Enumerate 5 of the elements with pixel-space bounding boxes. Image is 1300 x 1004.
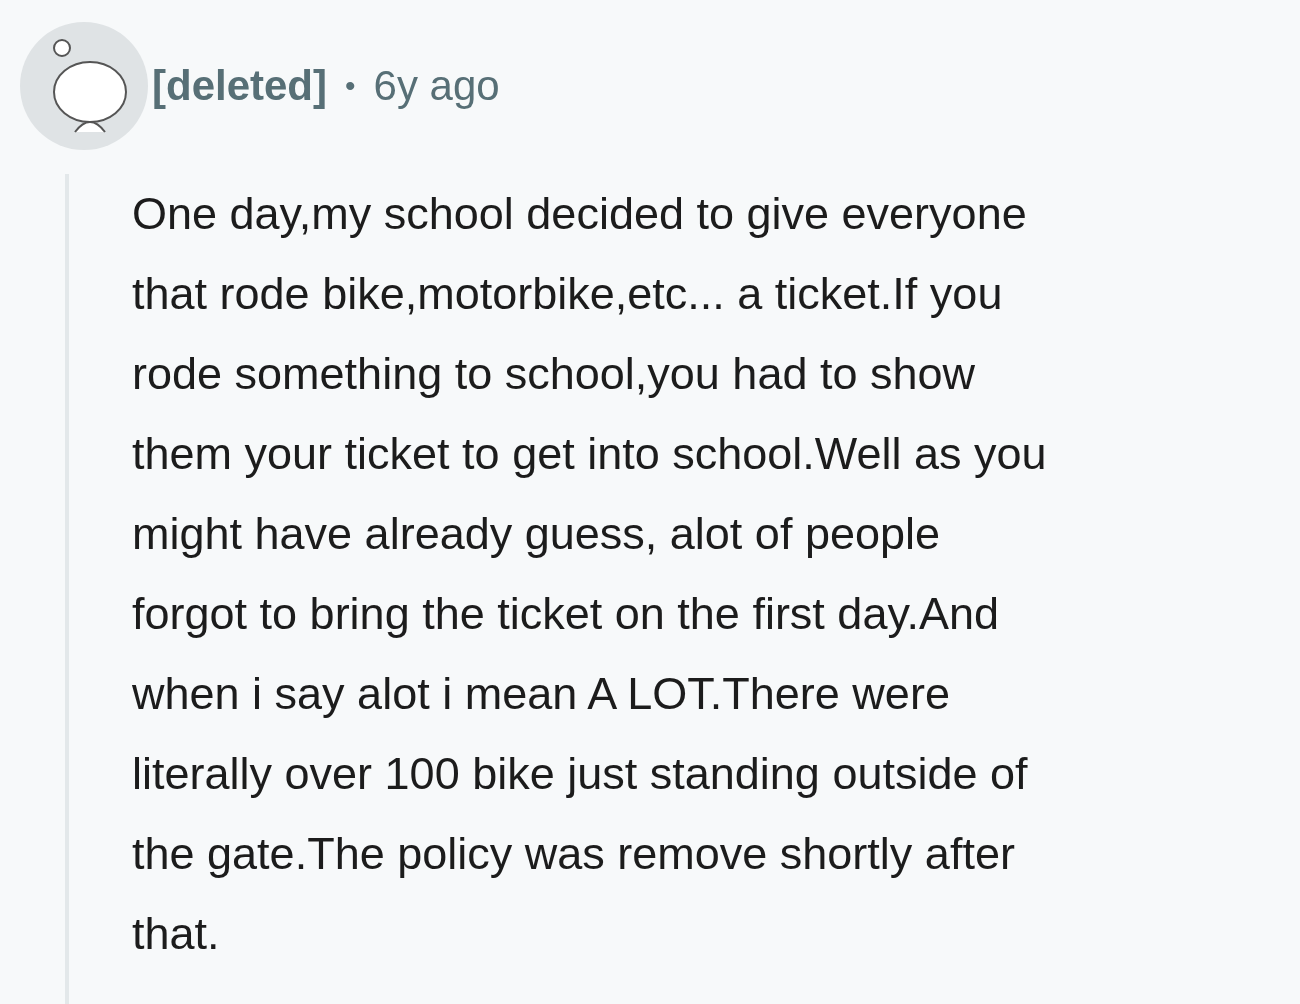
username[interactable]: [deleted] bbox=[152, 62, 327, 110]
separator-dot: • bbox=[345, 69, 356, 103]
avatar-icon bbox=[20, 22, 148, 150]
comment-text: One day,my school decided to give everyone that rode bike,motorbike,etc... a ticket.If you rode something to school,you had to show them your ticket to get into school.Well as you might have already guess, alot of people forgot to bring the ticket on the first day.And when i say alot i mean A LOT.There were literally over 100 bike just standing outside of the gate.The policy was remove shortly after that. bbox=[132, 187, 1047, 961]
timestamp: 6y ago bbox=[373, 62, 500, 110]
